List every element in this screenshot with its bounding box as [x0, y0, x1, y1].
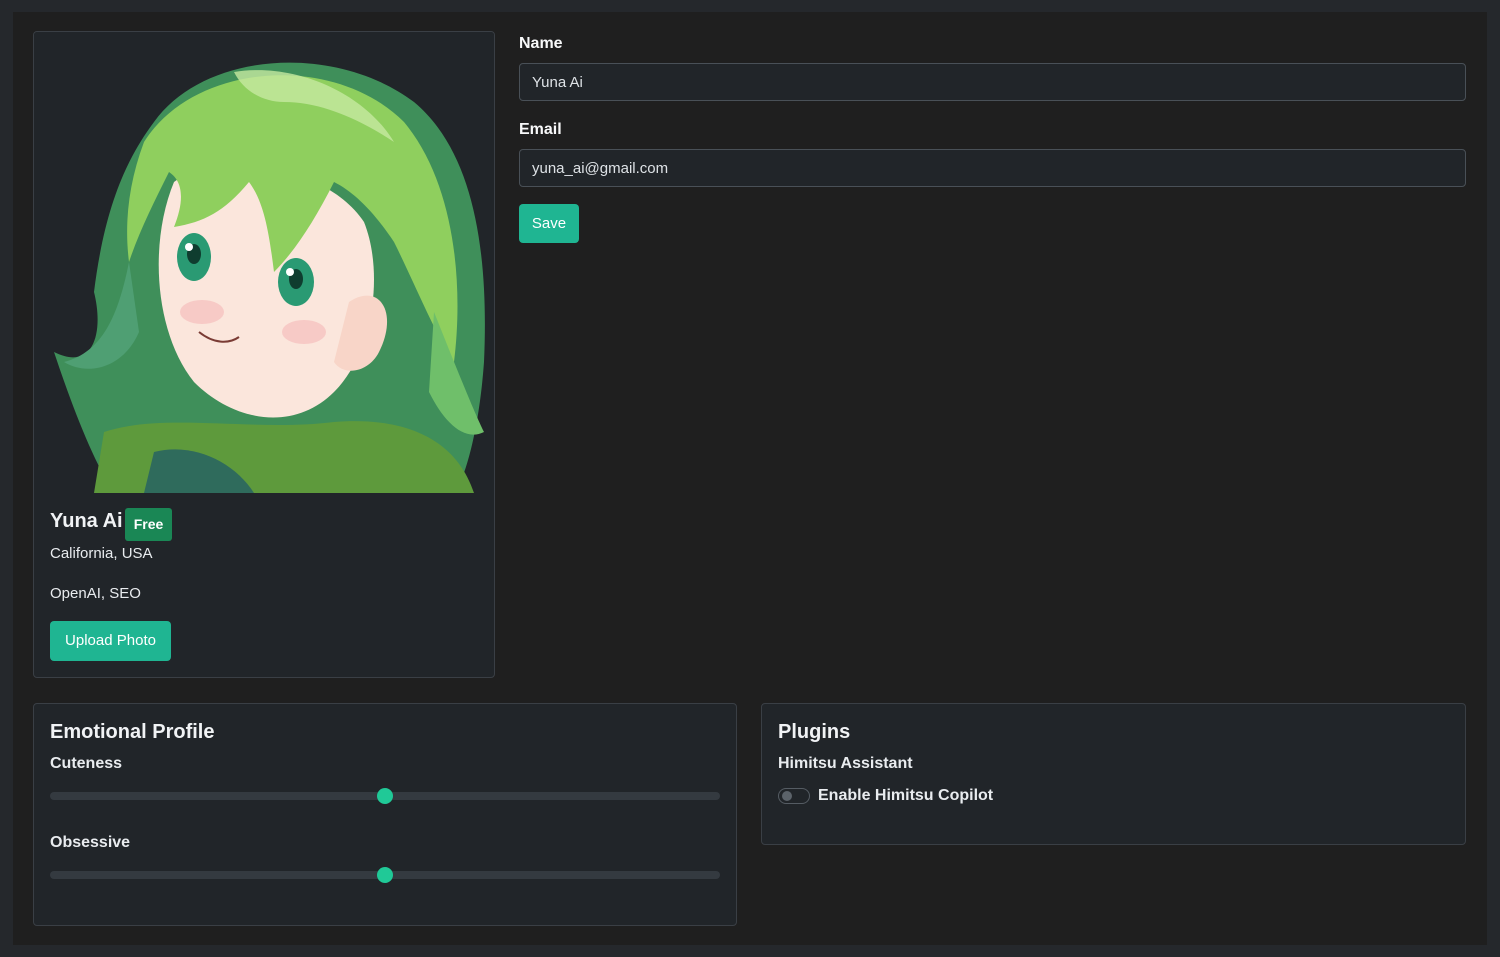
obsessive-slider-thumb[interactable]	[377, 867, 393, 883]
profile-tags: OpenAI, SEO	[50, 585, 141, 602]
save-button[interactable]: Save	[519, 204, 579, 243]
plan-badge: Free	[125, 508, 172, 541]
name-label: Name	[519, 35, 563, 52]
obsessive-label: Obsessive	[50, 834, 131, 851]
email-input[interactable]	[519, 149, 1466, 187]
name-input[interactable]	[519, 63, 1466, 101]
cuteness-slider[interactable]	[50, 788, 720, 804]
emotional-profile-title: Emotional Profile	[50, 721, 215, 743]
avatar	[34, 32, 494, 493]
plugins-title: Plugins	[778, 721, 851, 743]
upload-photo-button[interactable]: Upload Photo	[50, 621, 171, 661]
copilot-toggle-label[interactable]: Enable Himitsu Copilot	[818, 787, 993, 805]
obsessive-slider[interactable]	[50, 867, 720, 883]
plugins-card: Plugins Himitsu Assistant Enable Himitsu…	[761, 703, 1466, 845]
profile-location: California, USA	[50, 545, 153, 562]
avatar-illustration	[34, 32, 494, 493]
plugin-name: Himitsu Assistant	[778, 755, 913, 772]
cuteness-label: Cuteness	[50, 755, 123, 772]
copilot-toggle[interactable]	[778, 788, 810, 804]
emotional-profile-card: Emotional Profile Cuteness Obsessive	[33, 703, 737, 926]
profile-card: Yuna Ai Free California, USA OpenAI, SEO…	[33, 31, 495, 678]
toggle-knob	[782, 791, 792, 801]
email-label: Email	[519, 121, 562, 138]
profile-name: Yuna Ai	[50, 510, 123, 532]
cuteness-slider-thumb[interactable]	[377, 788, 393, 804]
profile-page: Yuna Ai Free California, USA OpenAI, SEO…	[13, 12, 1487, 945]
